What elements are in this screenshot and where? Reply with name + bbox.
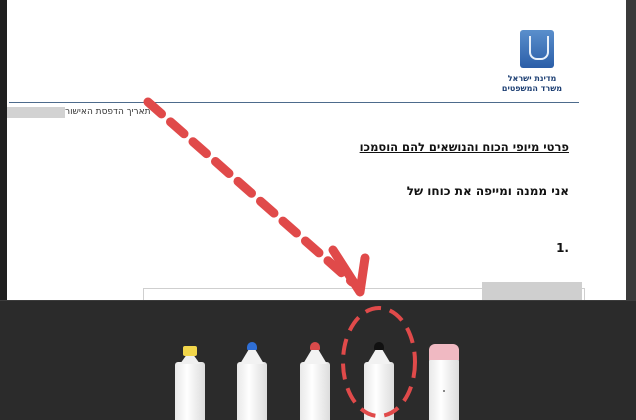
pen-tool-black[interactable] [364,342,394,420]
ministry-name: מדינת ישראל משרד המשפטים [497,74,567,94]
redacted-field [482,282,582,300]
eraser-tool[interactable] [429,344,459,420]
pen-tool-red[interactable] [300,342,330,420]
highlighter-tool[interactable] [175,346,205,420]
ink-toolbar [0,300,636,420]
ministry-line-1: מדינת ישראל [507,74,557,83]
pen-tip-blue-icon [247,342,257,350]
pen-tip-red-icon [310,342,320,350]
document-page: מדינת ישראל משרד המשפטים תאריך הדפסת האי… [7,0,626,300]
document-heading: פרטי מיופי הכוח והנושאים להם הוסמכו [359,140,569,154]
pen-tool-blue[interactable] [237,342,267,420]
window-frame-right [626,0,636,300]
item-number: 1. [556,241,569,255]
print-date-label: תאריך הדפסת האישור [65,107,151,117]
window-frame-left [0,0,7,300]
highlighter-tip-icon [183,346,197,356]
state-emblem-icon [520,30,554,68]
header-rule [9,102,579,103]
pen-tip-black-icon [374,342,384,350]
redacted-date [7,107,65,118]
ministry-line-2: משרד המשפטים [501,84,563,93]
document-line-1: אני ממנה ומייפה את כוחו של [406,184,569,198]
